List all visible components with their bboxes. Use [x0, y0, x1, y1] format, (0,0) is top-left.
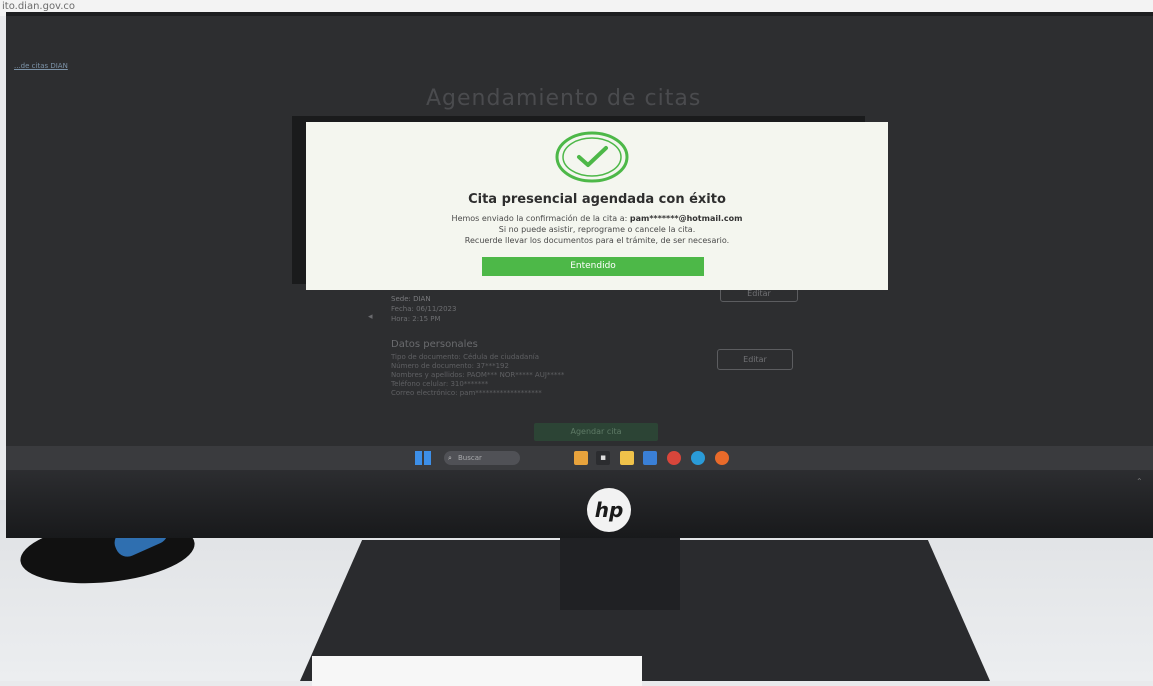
widgets-icon[interactable]: [574, 451, 588, 465]
check-circle-icon: [555, 131, 629, 183]
task-view-icon[interactable]: ▪: [596, 451, 610, 465]
personal-data-line: Tipo de documento: Cédula de ciudadanía: [391, 353, 539, 361]
personal-data-line: Teléfono celular: 310*******: [391, 380, 489, 388]
personal-data-line: Número de documento: 37***192: [391, 362, 509, 370]
hp-logo-icon: hp: [587, 488, 631, 532]
edge-icon[interactable]: [691, 451, 705, 465]
page-title: Agendamiento de citas: [426, 86, 702, 111]
masked-email: pam*******@hotmail.com: [629, 214, 743, 223]
modal-confirmation-text: Hemos enviado la confirmación de la cita…: [451, 214, 628, 223]
breadcrumb[interactable]: ...de citas DIAN: [14, 62, 68, 70]
file-explorer-icon[interactable]: [620, 451, 634, 465]
summary-line: Fecha: 06/11/2023: [391, 305, 457, 313]
summary-line: Sede: DIAN: [391, 295, 431, 303]
personal-data-line: Correo electrónico: pam*****************…: [391, 389, 542, 397]
appointment-summary: Sede: DIAN Fecha: 06/11/2023 Hora: 2:15 …: [391, 294, 456, 324]
understood-button[interactable]: Entendido: [482, 257, 704, 276]
modal-title: Cita presencial agendada con éxito: [468, 192, 726, 207]
taskbar-search[interactable]: ⌕ Buscar: [444, 451, 520, 465]
windows-start-icon[interactable]: [415, 451, 431, 465]
summary-line: Hora: 2:15 PM: [391, 315, 441, 323]
modal-documents-text: Recuerde llevar los documentos para el t…: [464, 236, 730, 245]
taskbar-search-placeholder: Buscar: [458, 454, 482, 462]
chrome-icon[interactable]: [667, 451, 681, 465]
collapse-arrow-icon[interactable]: ◂: [368, 312, 373, 322]
modal-reschedule-text: Si no puede asistir, reprograme o cancel…: [498, 225, 696, 234]
success-modal: Cita presencial agendada con éxito Hemos…: [306, 122, 888, 290]
edit-personal-data-button[interactable]: Editar: [717, 349, 793, 370]
schedule-appointment-button[interactable]: Agendar cita: [534, 423, 658, 441]
chevron-up-icon: ⌃: [1136, 477, 1143, 486]
personal-data-title: Datos personales: [391, 339, 478, 350]
personal-data-line: Nombres y apellidos: PAOM*** NOR***** AU…: [391, 371, 565, 379]
modal-confirmation-line: Hemos enviado la confirmación de la cita…: [306, 214, 888, 223]
paper-sheet: [312, 656, 642, 686]
search-icon: ⌕: [448, 454, 452, 462]
monitor-chin: [6, 470, 1153, 538]
mail-icon[interactable]: [643, 451, 657, 465]
firefox-icon[interactable]: [715, 451, 729, 465]
personal-data-list: Tipo de documento: Cédula de ciudadanía …: [391, 353, 564, 398]
